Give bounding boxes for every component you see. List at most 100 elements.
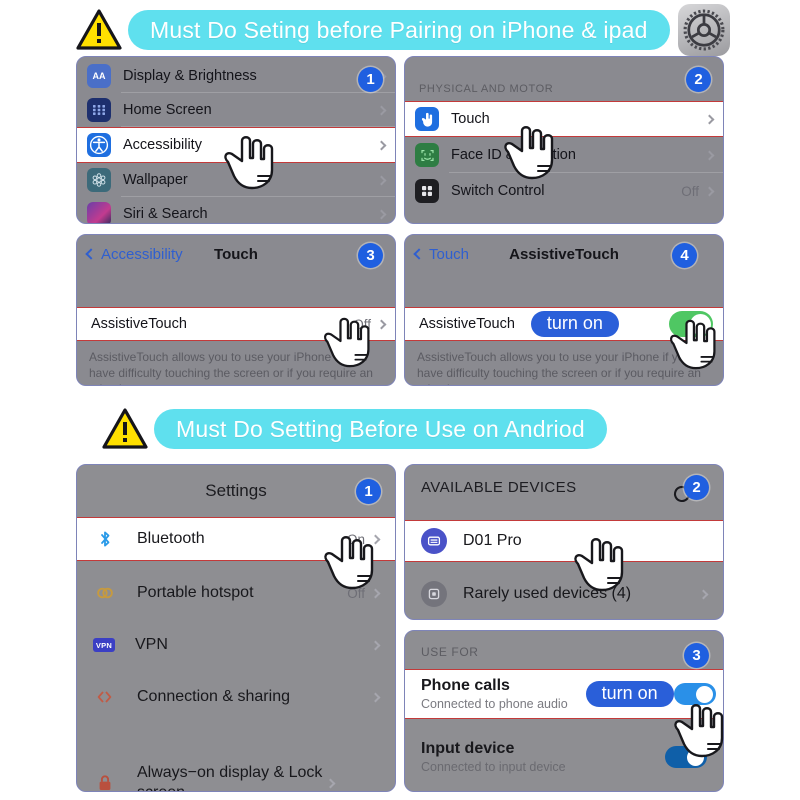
chevron-right-icon	[698, 589, 709, 599]
back-label: Touch	[429, 245, 470, 263]
chevron-right-icon	[376, 105, 387, 115]
assistivetouch-row[interactable]: AssistiveTouch Off	[77, 307, 395, 341]
accessibility-icon	[87, 133, 111, 157]
warning-triangle-icon	[102, 408, 148, 450]
toggle-knob	[687, 748, 704, 766]
android-available-devices-panel-2: AVAILABLE DEVICES D01 Pro Rarely used de…	[404, 464, 724, 620]
toggle-knob	[689, 313, 711, 335]
phone-calls-toggle[interactable]	[673, 683, 716, 705]
list-item[interactable]: Siri & Search	[77, 197, 395, 223]
connection-sharing-icon	[93, 685, 117, 709]
instruction-poster: Must Do Seting before Pairing on iPhone …	[0, 0, 800, 800]
list-item-label: Wallpaper	[123, 172, 188, 188]
list-item-label: VPN	[135, 636, 168, 653]
list-item-value: Off	[347, 585, 365, 601]
rarely-used-device-icon	[421, 581, 447, 607]
list-item-label: Touch	[451, 111, 490, 127]
step-badge-1: 1	[358, 67, 383, 92]
list-item-label: Face ID & Attention	[451, 147, 576, 163]
list-item-bluetooth[interactable]: Bluetooth On	[77, 517, 395, 561]
list-item-touch[interactable]: Touch	[405, 101, 723, 137]
step-badge-3: 3	[358, 243, 383, 268]
page-title: Settings	[205, 481, 267, 500]
list-item-label: Always−on display & Lock screen	[137, 764, 323, 791]
chevron-right-icon	[370, 692, 381, 702]
home-screen-icon	[87, 98, 111, 122]
list-item-label: D01 Pro	[463, 532, 522, 549]
chevron-right-icon	[376, 175, 387, 185]
list-item-value: On	[346, 531, 365, 547]
step-badge-3: 3	[684, 643, 709, 668]
footnote: AssistiveTouch allows you to use your iP…	[417, 350, 701, 385]
list-item-label: Portable hotspot	[137, 584, 254, 601]
bluetooth-icon	[93, 527, 117, 551]
back-label: Accessibility	[101, 245, 183, 263]
assistivetouch-toggle-row[interactable]: AssistiveTouch turn on	[405, 307, 723, 341]
list-item-label: Rarely used devices (4)	[463, 585, 632, 602]
list-item[interactable]: Wallpaper	[77, 163, 395, 197]
ios-assistivetouch-panel-4: Touch AssistiveTouch AssistiveTouch turn…	[404, 234, 724, 386]
nav-bar: Accessibility Touch	[77, 235, 395, 273]
display-brightness-icon: AA	[87, 64, 111, 88]
toggle-knob	[695, 685, 713, 703]
list-item[interactable]: Connection & sharing	[77, 671, 395, 723]
list-item[interactable]: Home Screen	[77, 93, 395, 127]
list-item[interactable]: AA Display & Brightness	[77, 59, 395, 93]
list-item[interactable]: Always−on display & Lock screen	[77, 751, 395, 791]
android-banner-text: Must Do Setting Before Use on Andriod	[176, 415, 585, 442]
section-header: PHYSICAL AND MOTOR	[419, 83, 554, 95]
assistivetouch-toggle[interactable]	[669, 311, 713, 337]
footnote: AssistiveTouch allows you to use your iP…	[89, 350, 373, 385]
ios-settings-panel-2: PHYSICAL AND MOTOR Touch Face ID & Atten…	[404, 56, 724, 224]
list-item-rarely-used[interactable]: Rarely used devices (4)	[405, 568, 723, 619]
phone-calls-row[interactable]: Phone calls Connected to phone audio tur…	[405, 669, 723, 719]
chevron-left-icon	[413, 248, 425, 260]
ios-banner: Must Do Seting before Pairing on iPhone …	[76, 4, 730, 56]
assistivetouch-value: Off	[353, 316, 371, 332]
list-item[interactable]: VPN VPN	[77, 619, 395, 671]
settings-gear-icon	[677, 4, 730, 56]
list-item-label: Connection & sharing	[137, 688, 290, 705]
step-badge-4: 4	[672, 243, 697, 268]
step-badge-2: 2	[684, 475, 709, 500]
chevron-right-icon	[704, 186, 715, 196]
ios-touch-panel-3: Accessibility Touch AssistiveTouch Off A…	[76, 234, 396, 386]
android-settings-panel-1: Settings Bluetooth On Portable hotspot O…	[76, 464, 396, 792]
list-item[interactable]: Portable hotspot Off	[77, 567, 395, 619]
phone-calls-sub: Connected to phone audio	[421, 697, 568, 711]
list-item[interactable]: Switch Control Off	[405, 173, 723, 209]
touch-icon	[415, 107, 439, 131]
list-item-label: Display & Brightness	[123, 68, 257, 84]
chevron-right-icon	[370, 640, 381, 650]
back-button-accessibility[interactable]: Accessibility	[85, 245, 183, 263]
list-item-d01-pro[interactable]: D01 Pro	[405, 520, 723, 562]
android-banner: Must Do Setting Before Use on Andriod	[102, 408, 607, 450]
android-use-for-panel-3: USE FOR Phone calls Connected to phone a…	[404, 630, 724, 792]
list-item-accessibility[interactable]: Accessibility	[77, 127, 395, 163]
list-item-label: Siri & Search	[123, 206, 208, 222]
input-device-toggle[interactable]	[665, 746, 707, 768]
assistivetouch-label: AssistiveTouch	[419, 316, 515, 332]
list-item[interactable]: Face ID & Attention	[405, 137, 723, 173]
android-banner-pill: Must Do Setting Before Use on Andriod	[154, 409, 607, 449]
input-device-label: Input device	[421, 740, 515, 757]
chevron-right-icon	[704, 150, 715, 160]
turn-on-callout: turn on	[585, 681, 674, 707]
list-item-value: Off	[681, 183, 699, 199]
hotspot-icon	[93, 581, 117, 605]
step-badge-2: 2	[686, 67, 711, 92]
ios-banner-text: Must Do Seting before Pairing on iPhone …	[150, 16, 648, 43]
wallpaper-icon	[87, 168, 111, 192]
nav-bar: Settings	[77, 465, 395, 517]
list-item-label: Accessibility	[123, 137, 202, 153]
list-item-label: Switch Control	[451, 183, 545, 199]
turn-on-callout: turn on	[530, 311, 619, 337]
vpn-icon: VPN	[93, 638, 115, 652]
assistivetouch-label: AssistiveTouch	[91, 316, 187, 332]
lock-icon	[93, 771, 117, 791]
back-button-touch[interactable]: Touch	[413, 245, 470, 263]
input-device-sub: Connected to input device	[421, 760, 566, 774]
device-icon	[421, 528, 447, 554]
chevron-right-icon	[376, 319, 387, 329]
input-device-row[interactable]: Input device Connected to input device	[405, 729, 723, 785]
